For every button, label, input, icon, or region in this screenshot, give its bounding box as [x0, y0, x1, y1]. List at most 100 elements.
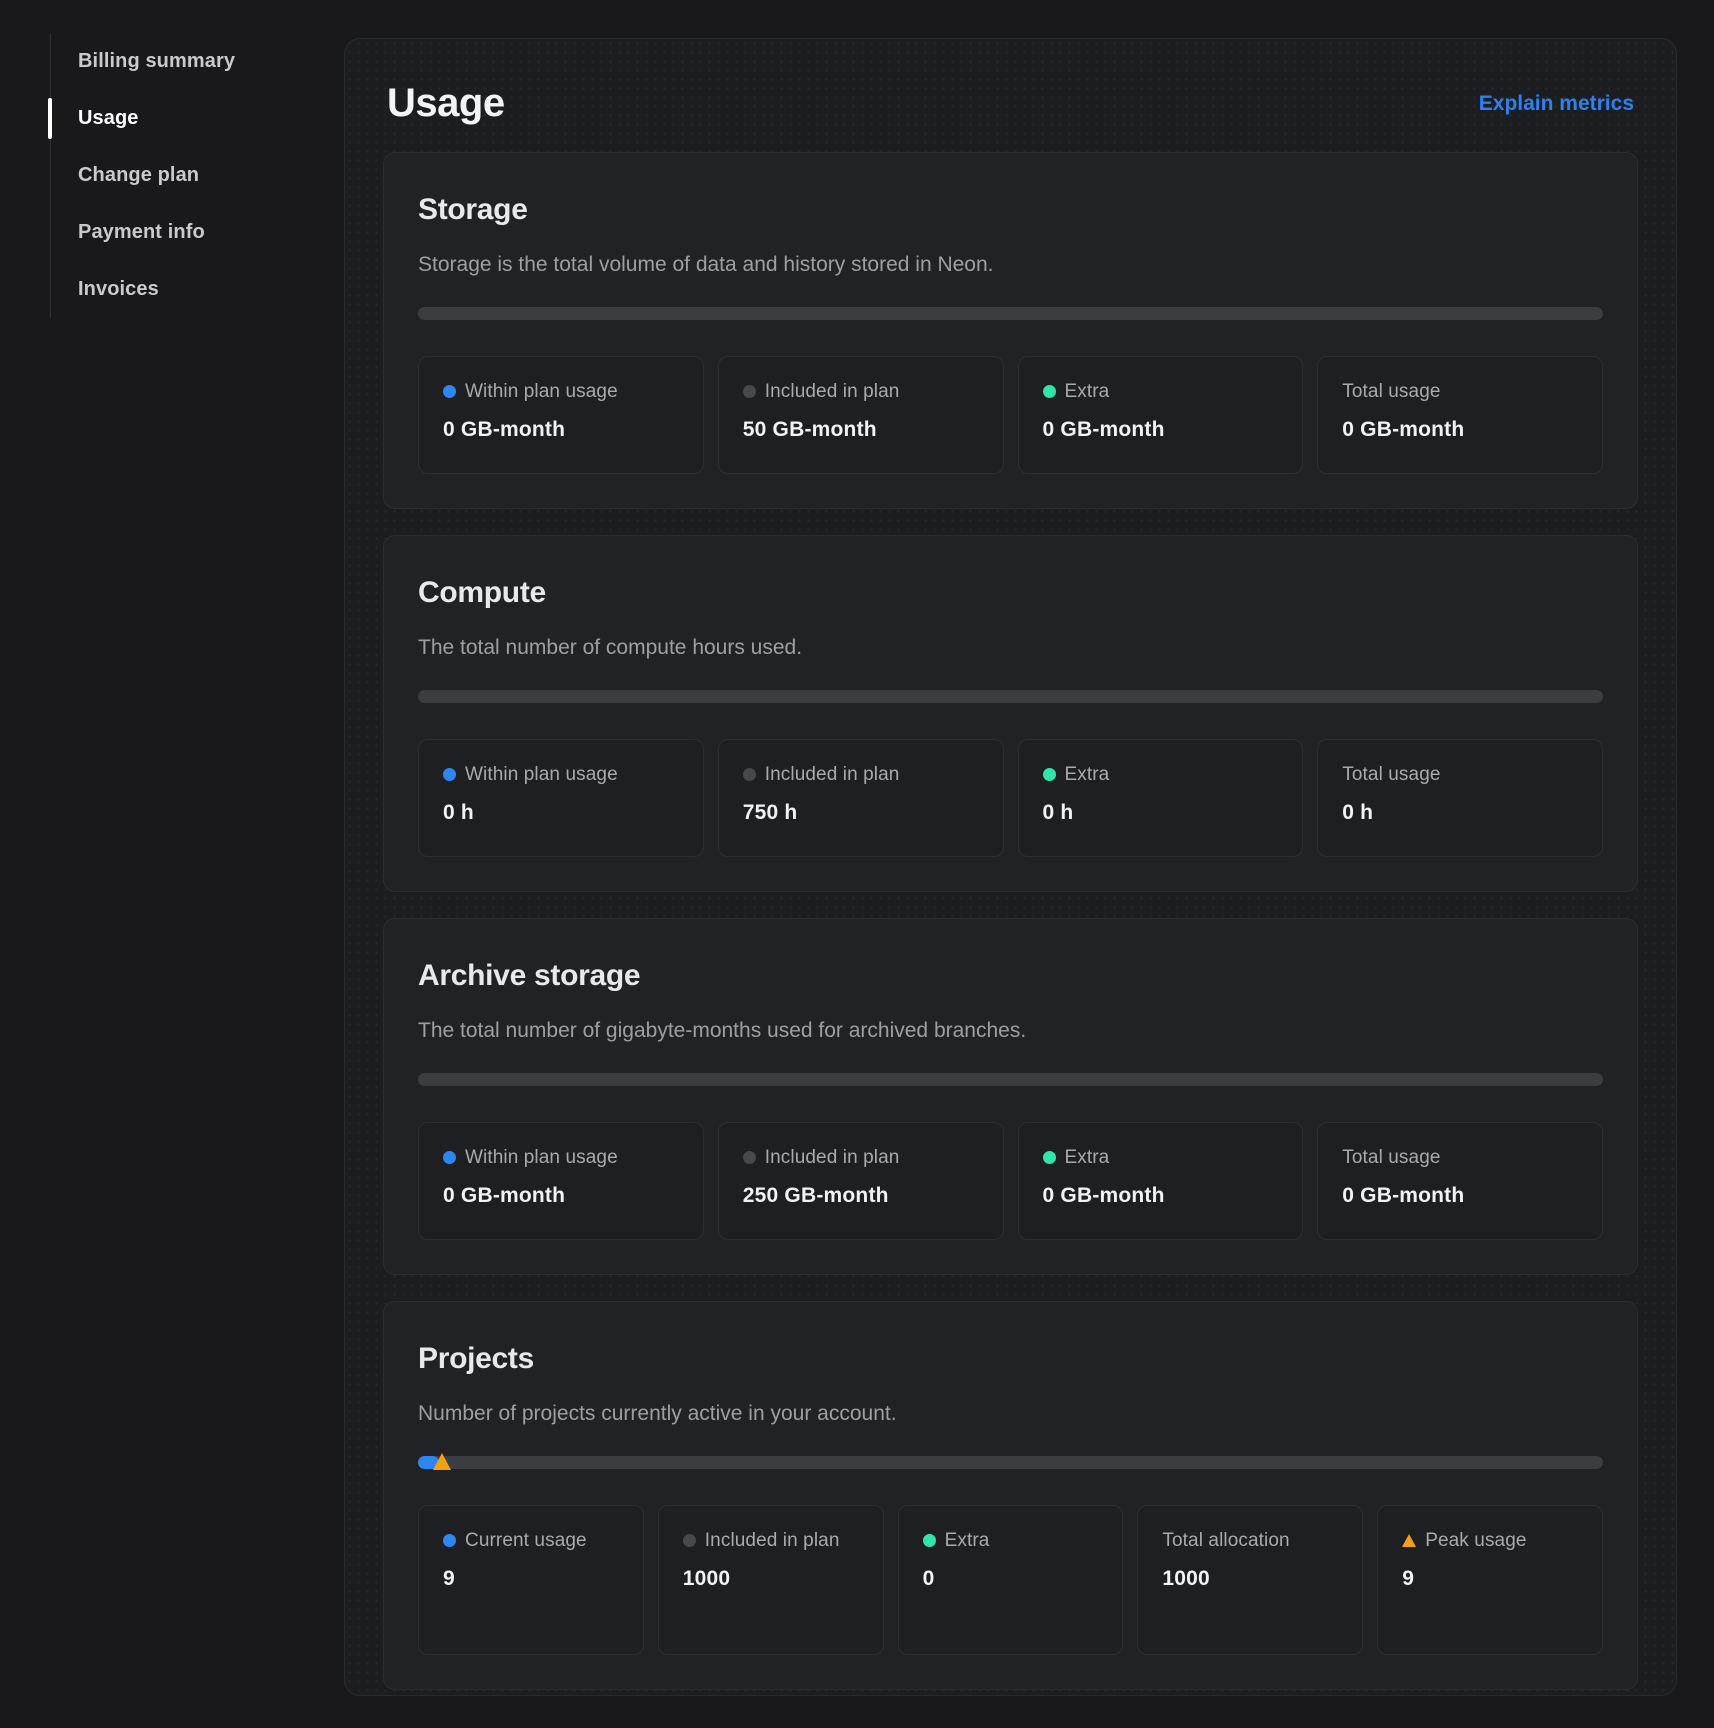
- stat-label-row: Total usage: [1342, 1143, 1578, 1172]
- stat-value: 0 GB-month: [443, 418, 679, 442]
- stat-label-row: Within plan usage: [443, 1143, 679, 1172]
- section-title: Projects: [418, 1342, 1603, 1376]
- green-dot-icon: [1043, 768, 1056, 781]
- stat-card-current-usage: Current usage 9: [418, 1505, 644, 1655]
- stat-value: 1000: [1162, 1567, 1338, 1591]
- stat-label: Total allocation: [1162, 1530, 1289, 1551]
- stat-label: Included in plan: [765, 1147, 900, 1168]
- explain-metrics-link[interactable]: Explain metrics: [1479, 92, 1634, 116]
- peak-triangle-icon: [1402, 1534, 1416, 1547]
- stat-card-row: Within plan usage 0 GB-month Included in…: [418, 356, 1603, 474]
- stat-label: Extra: [1065, 381, 1110, 402]
- panel-header: Usage Explain metrics: [383, 69, 1638, 126]
- stat-card-within-plan-usage: Within plan usage 0 h: [418, 739, 704, 857]
- usage-progress-bar: [418, 307, 1603, 320]
- stat-card-total-usage: Total usage 0 GB-month: [1317, 1122, 1603, 1240]
- stat-label-row: Included in plan: [743, 760, 979, 789]
- section-projects: Projects Number of projects currently ac…: [383, 1301, 1638, 1690]
- stat-label: Included in plan: [765, 764, 900, 785]
- stat-card-total-usage: Total usage 0 GB-month: [1317, 356, 1603, 474]
- stat-card-within-plan-usage: Within plan usage 0 GB-month: [418, 356, 704, 474]
- green-dot-icon: [1043, 385, 1056, 398]
- sidebar-item-change-plan[interactable]: Change plan: [51, 147, 300, 204]
- stat-label: Within plan usage: [465, 1147, 618, 1168]
- stat-value: 0 h: [1043, 801, 1279, 825]
- section-description: Storage is the total volume of data and …: [418, 253, 1603, 277]
- stat-card-included-in-plan: Included in plan 750 h: [718, 739, 1004, 857]
- stat-label: Total usage: [1342, 764, 1440, 785]
- stat-card-row: Current usage 9 Included in plan 1000 Ex…: [418, 1505, 1603, 1655]
- stat-label: Extra: [1065, 764, 1110, 785]
- stat-label-row: Included in plan: [743, 377, 979, 406]
- sidebar-item-label: Billing summary: [78, 50, 235, 73]
- sidebar-item-billing-summary[interactable]: Billing summary: [51, 33, 300, 90]
- section-description: Number of projects currently active in y…: [418, 1402, 1603, 1426]
- stat-label-row: Total usage: [1342, 760, 1578, 789]
- stat-label-row: Total allocation: [1162, 1526, 1320, 1555]
- section-description: The total number of gigabyte-months used…: [418, 1019, 1603, 1043]
- usage-sections: Storage Storage is the total volume of d…: [383, 152, 1638, 1690]
- stat-value: 0 GB-month: [1043, 1184, 1279, 1208]
- peak-usage-marker-icon: [433, 1453, 451, 1470]
- section-title: Archive storage: [418, 959, 1603, 993]
- gray-dot-icon: [743, 385, 756, 398]
- blue-dot-icon: [443, 1534, 456, 1547]
- stat-value: 9: [1402, 1567, 1578, 1591]
- stat-card-extra: Extra 0 h: [1018, 739, 1304, 857]
- green-dot-icon: [923, 1534, 936, 1547]
- stat-card-total-usage: Total usage 0 h: [1317, 739, 1603, 857]
- stat-card-included-in-plan: Included in plan 250 GB-month: [718, 1122, 1004, 1240]
- stat-label: Total usage: [1342, 381, 1440, 402]
- stat-label-row: Within plan usage: [443, 760, 679, 789]
- stat-card-row: Within plan usage 0 GB-month Included in…: [418, 1122, 1603, 1240]
- page-title: Usage: [387, 81, 505, 126]
- stat-label-row: Total usage: [1342, 377, 1578, 406]
- stat-label-row: Included in plan: [743, 1143, 979, 1172]
- sidebar-item-label: Usage: [78, 107, 139, 130]
- stat-label: Within plan usage: [465, 381, 618, 402]
- stat-card-row: Within plan usage 0 h Included in plan 7…: [418, 739, 1603, 857]
- section-title: Storage: [418, 193, 1603, 227]
- stat-label-row: Extra: [1043, 1143, 1279, 1172]
- stat-value: 0 GB-month: [1043, 418, 1279, 442]
- usage-progress-bar: [418, 1073, 1603, 1086]
- stat-label: Included in plan: [705, 1530, 840, 1551]
- stat-label-row: Included in plan: [683, 1526, 841, 1555]
- section-compute: Compute The total number of compute hour…: [383, 535, 1638, 892]
- section-description: The total number of compute hours used.: [418, 636, 1603, 660]
- stat-value: 0 GB-month: [443, 1184, 679, 1208]
- usage-panel: Usage Explain metrics Storage Storage is…: [344, 38, 1677, 1696]
- stat-label: Included in plan: [765, 381, 900, 402]
- sidebar-item-payment-info[interactable]: Payment info: [51, 204, 300, 261]
- stat-label-row: Extra: [1043, 760, 1279, 789]
- stat-label: Extra: [945, 1530, 990, 1551]
- sidebar-item-label: Invoices: [78, 278, 159, 301]
- stat-value: 1000: [683, 1567, 859, 1591]
- sidebar-item-invoices[interactable]: Invoices: [51, 261, 300, 318]
- stat-value: 0 GB-month: [1342, 418, 1578, 442]
- blue-dot-icon: [443, 1151, 456, 1164]
- stat-label-row: Extra: [923, 1526, 1081, 1555]
- stat-label: Within plan usage: [465, 764, 618, 785]
- stat-card-peak-usage: Peak usage 9: [1377, 1505, 1603, 1655]
- stat-card-included-in-plan: Included in plan 1000: [658, 1505, 884, 1655]
- blue-dot-icon: [443, 768, 456, 781]
- stat-card-extra: Extra 0 GB-month: [1018, 1122, 1304, 1240]
- section-archive-storage: Archive storage The total number of giga…: [383, 918, 1638, 1275]
- stat-value: 250 GB-month: [743, 1184, 979, 1208]
- sidebar-item-usage[interactable]: Usage: [51, 90, 300, 147]
- stat-card-within-plan-usage: Within plan usage 0 GB-month: [418, 1122, 704, 1240]
- stat-label: Peak usage: [1425, 1530, 1526, 1551]
- green-dot-icon: [1043, 1151, 1056, 1164]
- stat-value: 750 h: [743, 801, 979, 825]
- stat-value: 0: [923, 1567, 1099, 1591]
- sidebar-item-label: Change plan: [78, 164, 199, 187]
- stat-label: Total usage: [1342, 1147, 1440, 1168]
- stat-label-row: Extra: [1043, 377, 1279, 406]
- sidebar-nav: Billing summary Usage Change plan Paymen…: [50, 33, 300, 318]
- stat-card-extra: Extra 0 GB-month: [1018, 356, 1304, 474]
- stat-value: 0 h: [443, 801, 679, 825]
- stat-label: Extra: [1065, 1147, 1110, 1168]
- stat-label-row: Within plan usage: [443, 377, 679, 406]
- gray-dot-icon: [743, 768, 756, 781]
